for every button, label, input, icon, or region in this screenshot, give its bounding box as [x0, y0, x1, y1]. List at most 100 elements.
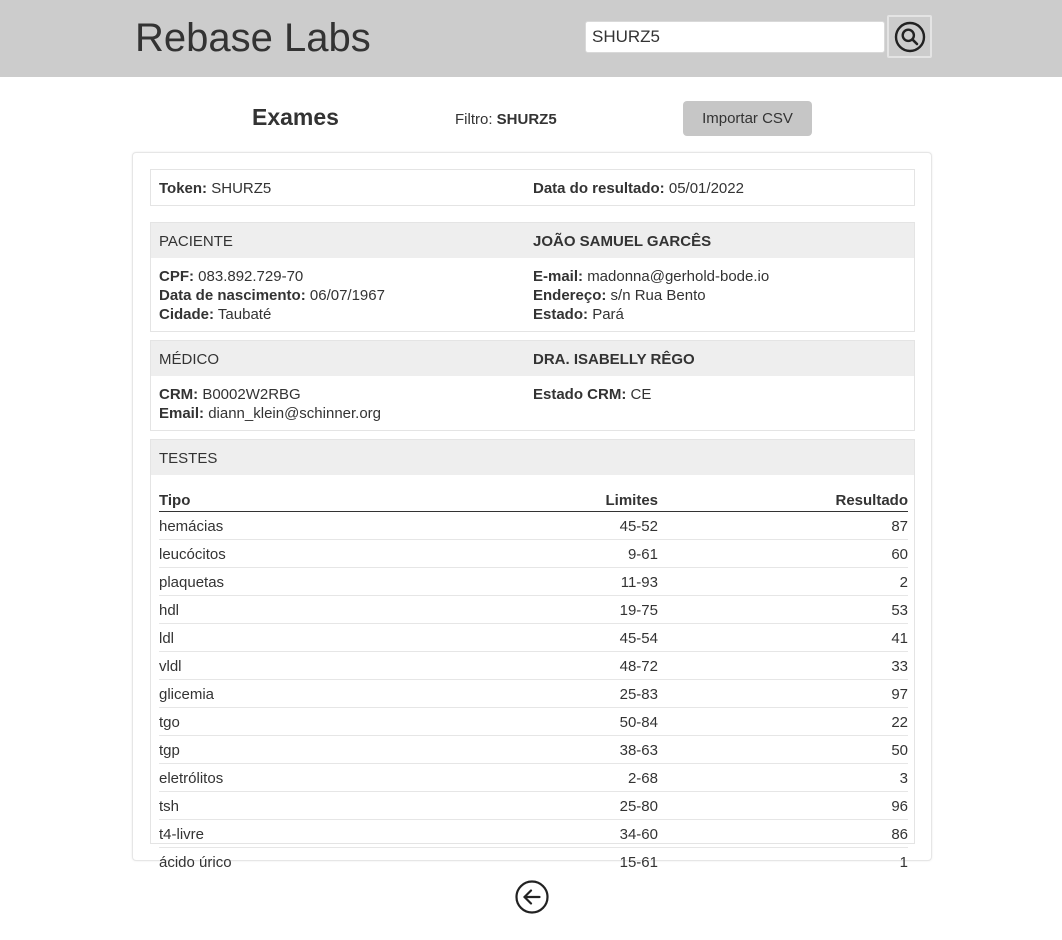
test-limits: 50-84 — [459, 707, 658, 736]
patient-city-label: Cidade: — [159, 306, 215, 323]
table-row: plaquetas 11-93 2 — [159, 567, 908, 596]
test-type: t4-livre — [159, 819, 459, 848]
patient-info-right: E-mail: madonna@gerhold-bode.io Endereço… — [533, 267, 769, 324]
table-row: tgp 38-63 50 — [159, 735, 908, 764]
patient-address-label: Endereço: — [533, 287, 607, 304]
patient-info-left: CPF: 083.892.729-70 Data de nascimento: … — [159, 267, 385, 324]
exam-card: Token: SHURZ5 Data do resultado: 05/01/2… — [132, 152, 932, 871]
patient-birth-label: Data de nascimento: — [159, 287, 306, 304]
test-result: 1 — [899, 854, 908, 871]
table-row: ldl 45-54 41 — [159, 623, 908, 652]
tests-header-row: Tipo Limites Resultado — [159, 483, 908, 512]
doctor-name: DRA. ISABELLY RÊGO — [533, 351, 695, 368]
doctor-info-left: CRM: B0002W2RBG Email: diann_klein@schin… — [159, 385, 381, 423]
token-line: Token: SHURZ5 — [159, 179, 271, 198]
test-limits: 15-61 — [619, 854, 658, 871]
test-result: 53 — [658, 595, 908, 624]
page-title: Exames — [252, 104, 339, 130]
doctor-email-value: diann_klein@schinner.org — [208, 405, 382, 422]
test-limits: 19-75 — [459, 595, 658, 624]
table-row: eletrólitos 2-68 3 — [159, 763, 908, 792]
doctor-email-label: Email: — [159, 405, 205, 422]
patient-cpf: CPF: 083.892.729-70 — [159, 267, 385, 286]
table-row: ácido úrico 15-61 1 — [159, 848, 908, 876]
patient-email-label: E-mail: — [533, 268, 584, 285]
table-row: tgo 50-84 22 — [159, 707, 908, 736]
test-limits: 34-60 — [459, 819, 658, 848]
test-limits: 9-61 — [459, 539, 658, 568]
test-result: 2 — [658, 567, 908, 596]
test-result: 41 — [658, 623, 908, 652]
test-type: tgo — [159, 707, 459, 736]
test-type: hemácias — [159, 511, 459, 540]
tests-panel-header: TESTES — [151, 440, 914, 475]
test-type: tgp — [159, 735, 459, 764]
test-limits: 48-72 — [459, 651, 658, 680]
brand-logo[interactable]: Rebase Labs — [135, 14, 371, 62]
search-icon — [894, 21, 925, 52]
test-limits: 11-93 — [459, 567, 658, 596]
doctor-section-label: MÉDICO — [159, 351, 219, 368]
patient-city: Cidade: Taubaté — [159, 305, 385, 324]
test-result: 33 — [658, 651, 908, 680]
doctor-crm-state: Estado CRM: CE — [533, 385, 651, 404]
patient-cpf-value: 083.892.729-70 — [198, 268, 304, 285]
patient-birth-value: 06/07/1967 — [309, 287, 385, 304]
column-header-tipo: Tipo — [159, 483, 459, 512]
patient-address-value: s/n Rua Bento — [610, 287, 706, 304]
doctor-crm-state-label: Estado CRM: — [533, 386, 627, 403]
test-result: 86 — [658, 819, 908, 848]
table-row: hdl 19-75 53 — [159, 595, 908, 624]
test-result: 3 — [658, 763, 908, 792]
table-row: hemácias 45-52 87 — [159, 511, 908, 540]
test-limits: 45-52 — [459, 511, 658, 540]
table-row: tsh 25-80 96 — [159, 791, 908, 820]
test-type: ldl — [159, 623, 459, 652]
tests-panel: TESTES Tipo Limites Resultado hemácias 4… — [150, 439, 915, 871]
top-header-bar: Rebase Labs — [0, 0, 1062, 77]
arrow-left-circle-icon — [515, 880, 549, 914]
back-button[interactable] — [514, 879, 550, 915]
test-type: ácido úrico — [159, 854, 232, 871]
column-header-limites: Limites — [459, 483, 658, 512]
doctor-crm-label: CRM: — [159, 386, 199, 403]
test-type: hdl — [159, 595, 459, 624]
test-result: 97 — [658, 679, 908, 708]
patient-state-label: Estado: — [533, 306, 589, 323]
filter-label: Filtro: — [455, 111, 493, 128]
patient-city-value: Taubaté — [217, 306, 272, 323]
filter-indicator: Filtro: SHURZ5 — [455, 110, 557, 129]
search-button[interactable] — [887, 15, 932, 58]
column-header-resultado: Resultado — [658, 483, 908, 512]
test-type: plaquetas — [159, 567, 459, 596]
patient-birth-date: Data de nascimento: 06/07/1967 — [159, 286, 385, 305]
tests-section-label: TESTES — [159, 450, 218, 467]
table-row: leucócitos 9-61 60 — [159, 539, 908, 568]
doctor-info-right: Estado CRM: CE — [533, 385, 651, 404]
patient-panel-header: PACIENTE JOÃO SAMUEL GARCÊS — [151, 223, 914, 258]
test-limits: 2-68 — [459, 763, 658, 792]
patient-cpf-label: CPF: — [159, 268, 194, 285]
result-date-line: Data do resultado: 05/01/2022 — [533, 179, 744, 198]
patient-email: E-mail: madonna@gerhold-bode.io — [533, 267, 769, 286]
test-result: 87 — [658, 511, 908, 540]
test-result: 60 — [658, 539, 908, 568]
import-csv-button[interactable]: Importar CSV — [683, 101, 812, 136]
test-limits: 38-63 — [459, 735, 658, 764]
result-date-value: 05/01/2022 — [668, 180, 744, 197]
patient-state-value: Pará — [592, 306, 624, 323]
token-value: SHURZ5 — [211, 180, 272, 197]
search-input[interactable] — [585, 21, 885, 53]
doctor-crm: CRM: B0002W2RBG — [159, 385, 381, 404]
patient-section-label: PACIENTE — [159, 233, 233, 250]
patient-state: Estado: Pará — [533, 305, 769, 324]
test-limits: 45-54 — [459, 623, 658, 652]
exam-summary-panel: Token: SHURZ5 Data do resultado: 05/01/2… — [150, 169, 915, 206]
test-type: leucócitos — [159, 539, 459, 568]
table-row: glicemia 25-83 97 — [159, 679, 908, 708]
test-limits: 25-83 — [459, 679, 658, 708]
test-type: glicemia — [159, 679, 459, 708]
filter-value: SHURZ5 — [496, 111, 557, 128]
doctor-crm-state-value: CE — [630, 386, 652, 403]
test-limits: 25-80 — [459, 791, 658, 820]
